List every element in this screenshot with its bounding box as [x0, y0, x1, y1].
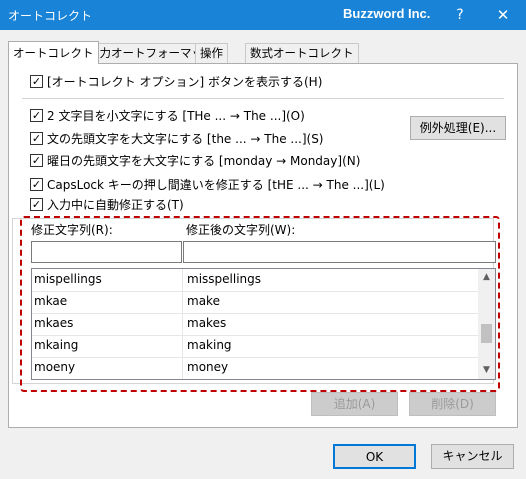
with-column-label: 修正後の文字列(W):	[186, 223, 296, 237]
entry-with-text: making	[187, 338, 232, 352]
tab-autocorrect[interactable]: オートコレクト	[8, 41, 99, 64]
replace-text-checkbox[interactable]: ✓	[30, 198, 43, 211]
caps-lock-label: CapsLock キーの押し間違いを修正する [tHE ... → The ..…	[47, 178, 385, 192]
ok-button[interactable]: OK	[333, 444, 416, 469]
scroll-up-arrow-icon[interactable]: ▲	[478, 269, 495, 286]
entry-replace-text: mispellings	[34, 272, 102, 286]
list-item[interactable]: mkae make	[32, 291, 479, 314]
tab-math-autocorrect[interactable]: 数式オートコレクト	[245, 43, 359, 63]
delete-button[interactable]: 削除(D)	[409, 392, 496, 416]
replace-input[interactable]	[31, 241, 182, 263]
close-button[interactable]: ✕	[480, 0, 526, 30]
show-buttons-label: [オートコレクト オプション] ボタンを表示する(H)	[47, 75, 323, 89]
two-initial-caps-checkbox[interactable]: ✓	[30, 109, 43, 122]
exceptions-button[interactable]: 例外処理(E)...	[410, 116, 506, 140]
autocorrect-dialog: オートコレクト 入力オートフォーマット 操作 数式オートコレクト ✓ [オートコ…	[0, 30, 526, 479]
entry-with-text: make	[187, 294, 220, 308]
entry-with-text: makes	[187, 316, 227, 330]
capitalize-days-checkbox[interactable]: ✓	[30, 154, 43, 167]
two-initial-caps-label: 2 文字目を小文字にする [THe ... → The ...](O)	[47, 109, 305, 123]
entry-with-text: misspellings	[187, 272, 262, 286]
list-scrollbar[interactable]: ▲ ▼	[478, 269, 495, 379]
title-bar: オートコレクト Buzzword Inc. ? ✕	[0, 0, 526, 30]
with-input[interactable]	[183, 241, 496, 263]
window-title: オートコレクト	[8, 9, 93, 23]
capitalize-sentence-checkbox[interactable]: ✓	[30, 132, 43, 145]
entry-with-text: money	[187, 360, 229, 374]
show-buttons-checkbox[interactable]: ✓	[30, 75, 43, 88]
capitalize-days-label: 曜日の先頭文字を大文字にする [monday → Monday](N)	[47, 154, 361, 168]
divider	[22, 98, 504, 99]
entry-replace-text: moeny	[34, 360, 76, 374]
scroll-thumb[interactable]	[481, 324, 492, 343]
list-item[interactable]: mkaes makes	[32, 313, 479, 336]
capitalize-sentence-label: 文の先頭文字を大文字にする [the ... → The ...](S)	[47, 132, 324, 146]
column-separator	[182, 269, 183, 291]
list-item[interactable]: mispellings misspellings	[32, 269, 479, 292]
entry-replace-text: mkaing	[34, 338, 79, 352]
column-separator	[182, 335, 183, 357]
tab-actions[interactable]: 操作	[195, 43, 228, 63]
document-title: Buzzword Inc.	[343, 6, 431, 21]
replace-column-label: 修正文字列(R):	[31, 223, 113, 237]
list-item[interactable]: moeny money	[32, 357, 479, 379]
list-item[interactable]: mkaing making	[32, 335, 479, 358]
column-separator	[182, 357, 183, 379]
scroll-down-arrow-icon[interactable]: ▼	[478, 362, 495, 379]
column-separator	[182, 313, 183, 335]
add-button[interactable]: 追加(A)	[311, 392, 398, 416]
autocorrect-entries-list[interactable]: mispellings misspellings mkae make mkaes…	[31, 268, 496, 380]
cancel-button[interactable]: キャンセル	[431, 444, 514, 469]
replace-text-label: 入力中に自動修正する(T)	[47, 198, 184, 212]
entry-replace-text: mkaes	[34, 316, 74, 330]
caps-lock-checkbox[interactable]: ✓	[30, 178, 43, 191]
help-button[interactable]: ?	[445, 0, 475, 30]
column-separator	[182, 291, 183, 313]
entry-replace-text: mkae	[34, 294, 68, 308]
replace-text-option[interactable]: ✓ 入力中に自動修正する(T)	[30, 196, 184, 214]
